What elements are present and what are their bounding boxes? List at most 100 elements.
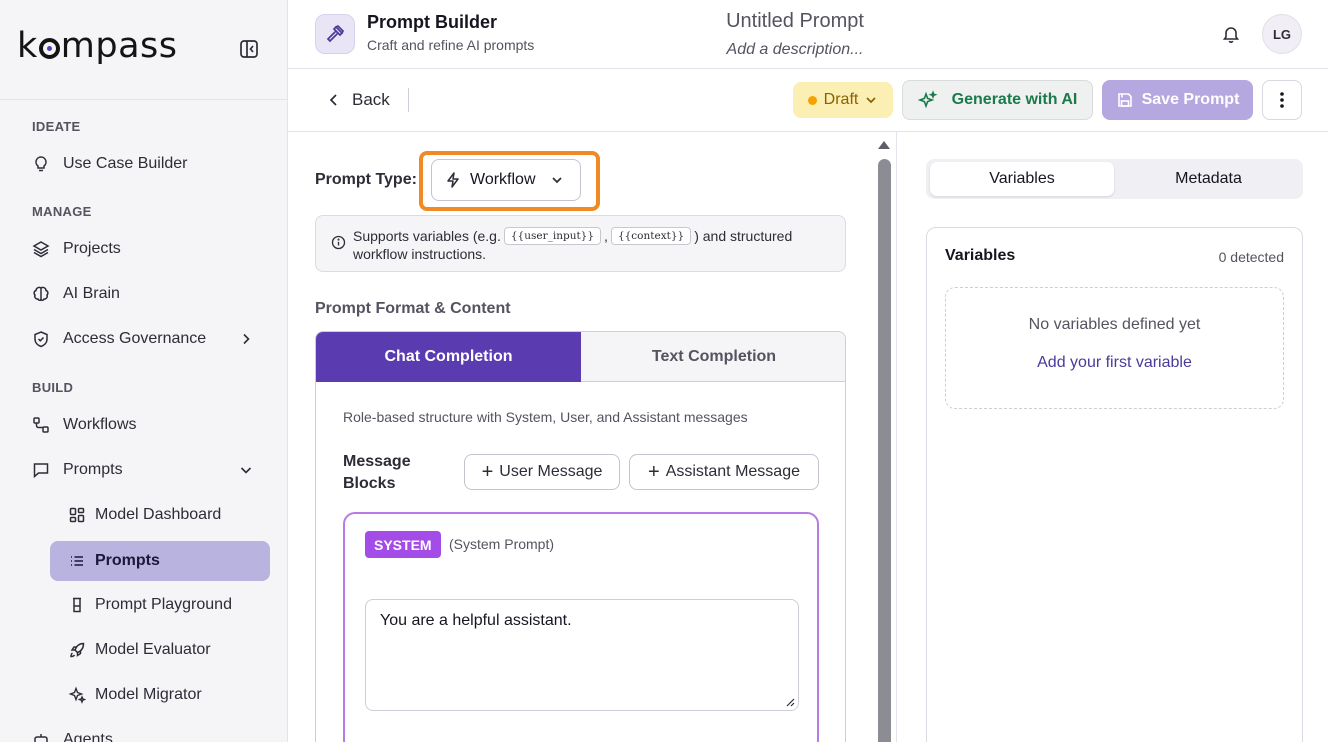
sidebar-item-label: Prompts <box>63 461 123 478</box>
sidebar-item-label: Workflows <box>63 416 137 433</box>
prompt-toolbar: Back Draft Generate with AI Save Prompt <box>288 69 1328 132</box>
brain-icon <box>32 285 50 303</box>
workflow-icon <box>32 416 50 434</box>
layers-icon <box>32 240 50 258</box>
system-subtitle: (System Prompt) <box>449 536 555 552</box>
hammer-icon <box>315 14 355 54</box>
lightning-icon <box>447 172 459 188</box>
sidebar-item-model-migrator[interactable]: Model Migrator <box>50 675 270 715</box>
tab-text-completion[interactable]: Text Completion <box>581 332 845 382</box>
sidebar-item-ai-brain[interactable]: AI Brain <box>32 274 262 314</box>
sidebar-item-label: Prompts <box>95 552 160 569</box>
format-card: Chat Completion Text Completion Role-bas… <box>315 331 846 742</box>
sidebar-item-agents[interactable]: Agents <box>32 720 262 742</box>
sidebar-item-label: Projects <box>63 240 121 257</box>
sidebar-item-label: Model Evaluator <box>95 641 211 658</box>
lightbulb-icon <box>32 155 50 173</box>
sidebar-item-label: Model Dashboard <box>95 506 222 523</box>
nav-section-manage: MANAGE <box>32 204 92 219</box>
user-avatar[interactable]: LG <box>1262 14 1302 54</box>
back-button[interactable]: Back <box>328 89 390 111</box>
flask-icon <box>68 596 86 614</box>
more-options-icon[interactable] <box>1262 80 1302 120</box>
empty-message: No variables defined yet <box>1028 316 1201 333</box>
add-assistant-message-button[interactable]: + Assistant Message <box>629 454 819 490</box>
status-dropdown[interactable]: Draft <box>793 82 893 118</box>
variable-example-chip: {{context}} <box>610 227 692 245</box>
agent-icon <box>32 731 50 742</box>
nav-section-build: BUILD <box>32 380 74 395</box>
sidebar-item-use-case-builder[interactable]: Use Case Builder <box>32 144 262 184</box>
app-title: Prompt Builder <box>367 12 498 32</box>
save-icon <box>1117 93 1132 107</box>
variables-title: Variables <box>945 247 1016 264</box>
chevron-down-icon <box>866 97 876 104</box>
sidebar-item-model-evaluator[interactable]: Model Evaluator <box>50 630 270 670</box>
variables-empty-state: No variables defined yet Add your first … <box>945 287 1284 409</box>
prompt-type-label: Prompt Type: <box>315 171 417 188</box>
kompass-logo[interactable]: k mpass <box>17 26 178 66</box>
top-header: Prompt Builder Craft and refine AI promp… <box>288 0 1328 69</box>
system-prompt-textarea[interactable]: You are a helpful assistant. <box>365 599 799 711</box>
scroll-up-arrow[interactable] <box>878 141 890 149</box>
tab-chat-completion[interactable]: Chat Completion <box>316 332 581 382</box>
system-message-block: SYSTEM (System Prompt) You are a helpful… <box>343 512 819 742</box>
format-description: Role-based structure with System, User, … <box>343 409 748 425</box>
chevron-right-icon <box>238 331 254 347</box>
sidebar-item-label: Model Migrator <box>95 686 202 703</box>
bell-icon[interactable] <box>1221 24 1241 44</box>
tab-metadata[interactable]: Metadata <box>1118 162 1299 196</box>
sidebar-collapse-icon[interactable] <box>238 38 260 60</box>
side-panel-tabs: Variables Metadata <box>926 159 1303 199</box>
nav-section-ideate: IDEATE <box>32 119 81 134</box>
sidebar-item-label: AI Brain <box>63 285 120 302</box>
grid-icon <box>68 506 86 524</box>
add-first-variable-link[interactable]: Add your first variable <box>946 354 1283 372</box>
variable-example-chip: {{user_input}} <box>503 227 602 245</box>
sidebar-item-label: Prompt Playground <box>95 596 232 613</box>
compass-logo-icon <box>38 37 60 59</box>
chevron-left-icon <box>329 94 337 106</box>
sidebar-item-label: Access Governance <box>63 330 207 347</box>
message-square-icon <box>32 461 50 479</box>
sidebar: k mpass IDEATE Use Case Builder MANAGE Pr… <box>0 0 288 742</box>
chevron-down-icon <box>238 462 254 478</box>
prompt-description-input[interactable]: Add a description... <box>648 41 942 59</box>
plus-icon: + <box>481 461 494 483</box>
add-user-message-button[interactable]: + User Message <box>464 454 620 490</box>
app-subtitle: Craft and refine AI prompts <box>367 37 535 53</box>
sidebar-item-projects[interactable]: Projects <box>32 229 262 269</box>
prompt-title-input[interactable]: Untitled Prompt <box>648 10 942 33</box>
sidebar-item-workflows[interactable]: Workflows <box>32 405 262 445</box>
save-prompt-button[interactable]: Save Prompt <box>1102 80 1253 120</box>
sidebar-item-prompt-playground[interactable]: Prompt Playground <box>50 585 270 625</box>
list-icon <box>68 552 86 570</box>
divider <box>408 88 409 112</box>
side-panel: Variables Metadata Variables 0 detected … <box>898 132 1328 742</box>
sidebar-item-prompts[interactable]: Prompts <box>50 541 270 581</box>
brand-header: k mpass <box>0 0 287 100</box>
prompt-type-info: Supports variables (e.g. {{user_input}},… <box>315 215 846 272</box>
shield-icon <box>32 330 50 348</box>
scrollbar-thumb[interactable] <box>878 159 891 742</box>
sidebar-item-access-governance[interactable]: Access Governance <box>32 319 262 359</box>
prompt-type-select[interactable]: Workflow <box>431 159 581 201</box>
rocket-icon <box>68 641 86 659</box>
message-blocks-label: Message Blocks <box>343 453 411 492</box>
section-title: Prompt Format & Content <box>315 300 511 317</box>
resize-handle-icon[interactable] <box>785 697 795 707</box>
variables-count: 0 detected <box>1218 249 1284 265</box>
sidebar-item-label: Use Case Builder <box>63 155 188 172</box>
generate-with-ai-button[interactable]: Generate with AI <box>902 80 1093 120</box>
tab-variables[interactable]: Variables <box>930 162 1114 196</box>
sparkles-icon <box>68 686 86 704</box>
sidebar-item-prompts-group[interactable]: Prompts <box>32 450 262 490</box>
info-icon <box>331 235 346 250</box>
chevron-down-icon <box>551 177 562 184</box>
sparkles-icon <box>917 90 938 109</box>
sidebar-item-label: Agents <box>63 731 113 742</box>
plus-icon: + <box>648 461 660 483</box>
sidebar-item-model-dashboard[interactable]: Model Dashboard <box>50 495 270 535</box>
system-badge: SYSTEM <box>365 531 441 558</box>
prompt-editor-pane: Prompt Type: Workflow Supports variables… <box>288 132 897 742</box>
